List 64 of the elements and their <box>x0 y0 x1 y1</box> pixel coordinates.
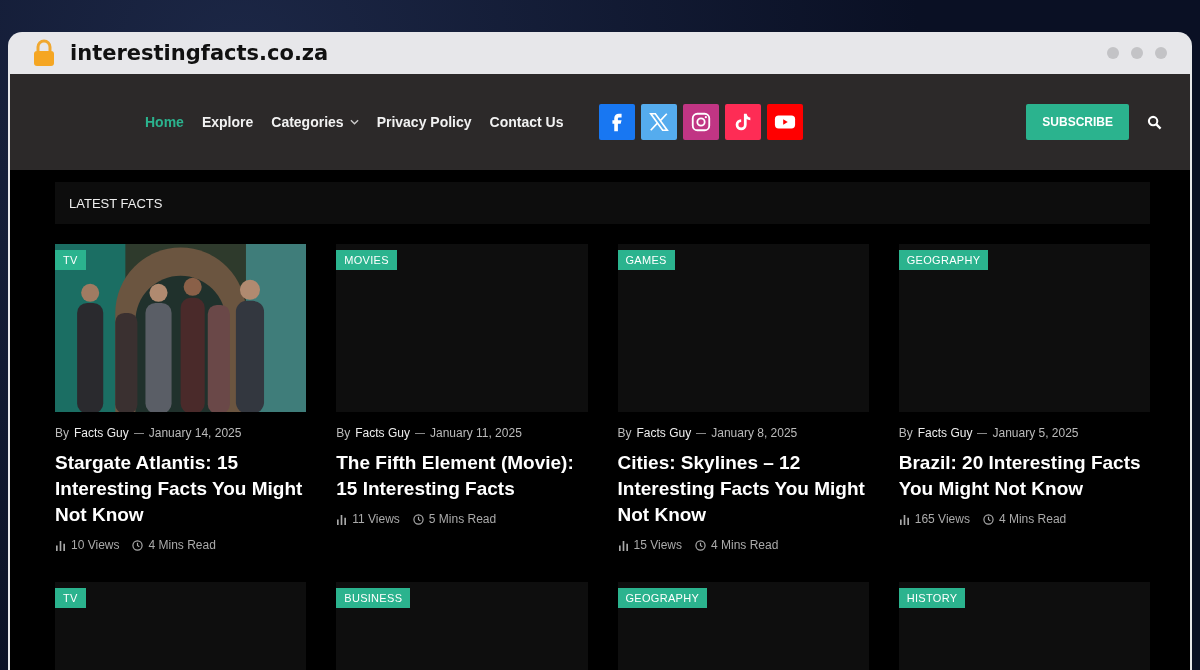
bar-chart-icon <box>336 513 348 525</box>
read-time: 4 Mins Read <box>998 512 1067 526</box>
post-date: January 8, 2025 <box>711 426 798 440</box>
post-date: January 14, 2025 <box>148 426 242 440</box>
clock-icon <box>132 539 144 551</box>
post-title[interactable]: Cities: Skylines – 12 Interesting Facts You Might Not Know <box>617 450 869 528</box>
view-count: 15 Views <box>633 538 682 552</box>
image-placeholder[interactable]: TV <box>55 582 307 670</box>
read-time: 4 Mins Read <box>148 538 216 552</box>
youtube-icon[interactable] <box>767 104 804 140</box>
lock-icon <box>32 39 56 67</box>
x-icon[interactable] <box>641 104 678 140</box>
post-date: January 11, 2025 <box>429 426 522 440</box>
author-link[interactable]: Facts Guy <box>355 426 410 440</box>
search-icon[interactable] <box>1147 114 1162 130</box>
bar-chart-icon <box>898 513 910 525</box>
read-time: 4 Mins Read <box>711 538 779 552</box>
post-title[interactable]: Stargate Atlantis: 15 Interesting Facts You Might Not Know <box>55 450 307 528</box>
category-tag[interactable]: GEOGRAPHY <box>898 250 989 270</box>
image-placeholder[interactable]: GAMES <box>617 244 869 412</box>
nav-link[interactable]: Home <box>145 114 184 130</box>
category-tag[interactable]: MOVIES <box>336 250 397 270</box>
url-text[interactable]: interestingfacts.co.za <box>70 41 329 65</box>
clock-icon <box>412 513 424 525</box>
author-link[interactable]: Facts Guy <box>636 426 692 440</box>
instagram-icon[interactable] <box>683 104 720 140</box>
image-placeholder[interactable]: GEOGRAPHY <box>617 582 869 670</box>
category-tag[interactable]: BUSINESS <box>336 588 411 608</box>
nav-link[interactable]: Privacy Policy <box>376 114 472 130</box>
post-title[interactable]: Brazil: 20 Interesting Facts You Might Not Know <box>898 450 1150 502</box>
image-placeholder[interactable]: MOVIES <box>336 244 588 412</box>
category-tag[interactable]: HISTORY <box>898 588 966 608</box>
subscribe-button[interactable]: SUBSCRIBE <box>1026 104 1129 140</box>
read-time: 5 Mins Read <box>428 512 497 526</box>
byline: By <box>617 426 632 440</box>
clock-icon <box>982 513 994 525</box>
category-tag[interactable]: TV <box>55 250 86 270</box>
image-placeholder[interactable]: TV <box>55 244 307 412</box>
nav-link[interactable]: Categories <box>271 114 359 130</box>
image-placeholder[interactable]: GEOGRAPHY <box>898 244 1150 412</box>
nav-link[interactable]: Explore <box>201 114 254 130</box>
bar-chart-icon <box>617 539 629 551</box>
author-link[interactable]: Facts Guy <box>74 426 129 440</box>
section-title: LATEST FACTS <box>69 196 163 211</box>
nav-link[interactable]: Contact Us <box>489 114 564 130</box>
window-dots-icon[interactable] <box>1106 46 1168 60</box>
category-tag[interactable]: GAMES <box>617 250 675 270</box>
tiktok-icon[interactable] <box>725 104 762 140</box>
image-placeholder[interactable]: BUSINESS <box>336 582 588 670</box>
byline: By <box>55 426 69 440</box>
bar-chart-icon <box>55 539 66 551</box>
clock-icon <box>695 539 706 551</box>
byline: By <box>898 426 913 440</box>
post-date: January 5, 2025 <box>992 426 1079 440</box>
view-count: 165 Views <box>914 512 970 526</box>
category-tag[interactable]: TV <box>55 588 86 608</box>
post-title[interactable]: The Fifth Element (Movie): 15 Interesting Facts <box>336 450 588 502</box>
image-placeholder[interactable]: HISTORY <box>898 582 1150 670</box>
byline: By <box>336 426 351 440</box>
facebook-icon[interactable] <box>599 104 636 140</box>
category-tag[interactable]: GEOGRAPHY <box>617 588 708 608</box>
view-count: 11 Views <box>352 512 400 526</box>
author-link[interactable]: Facts Guy <box>917 426 973 440</box>
view-count: 10 Views <box>71 538 120 552</box>
